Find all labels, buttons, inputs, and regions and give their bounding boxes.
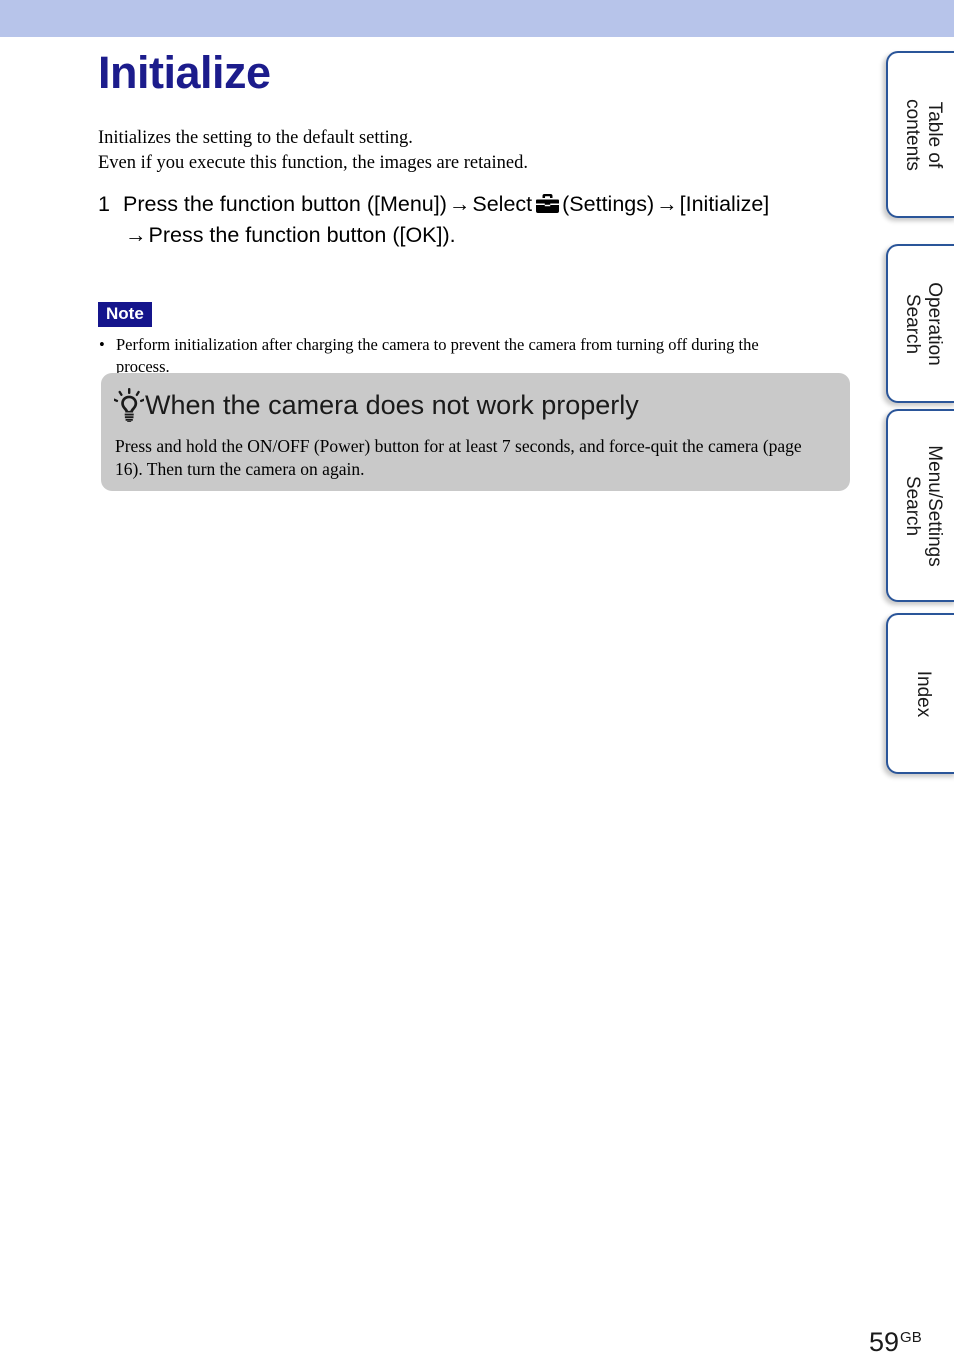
header-band: [0, 0, 954, 37]
step-text-press-function-button: Press the function button ([Menu]): [123, 192, 447, 216]
sidebar-item-index[interactable]: Index: [886, 613, 954, 774]
sidebar-item-table-of-contents[interactable]: Table of contents: [886, 51, 954, 218]
intro-line-2: Even if you execute this function, the i…: [98, 153, 528, 173]
sidebar-item-operation-search[interactable]: Operation Search: [886, 244, 954, 403]
settings-toolbox-icon: [536, 191, 560, 213]
sidebar-item-operation-search-label: Operation Search: [901, 282, 945, 365]
tip-body: Press and hold the ON/OFF (Power) button…: [115, 436, 802, 479]
arrow-icon-3: →: [125, 223, 147, 247]
intro-paragraph: Initializes the setting to the default s…: [98, 126, 838, 176]
step-body: Press the function button ([Menu])→Selec…: [123, 189, 858, 251]
bullet-icon: •: [99, 335, 105, 354]
tip-heading-text: When the camera does not work properly: [145, 390, 639, 420]
page-title: Initialize: [98, 47, 271, 98]
sidebar-label-line-2: Search: [902, 293, 923, 354]
sidebar-label-line-1: Menu/Settings: [924, 444, 945, 567]
step-text-settings: (Settings): [562, 192, 655, 216]
side-tab-navigation: Table of contents Operation Search Menu/…: [886, 0, 954, 1369]
sidebar-item-menu-settings-search[interactable]: Menu/Settings Search: [886, 409, 954, 602]
sidebar-item-menu-settings-search-label: Menu/Settings Search: [901, 445, 945, 566]
lightbulb-icon: [112, 388, 146, 423]
note-list: • Perform initialization after charging …: [98, 334, 816, 378]
sidebar-label-line-2: Search: [902, 475, 923, 536]
intro-line-1: Initializes the setting to the default s…: [98, 128, 413, 148]
step-text-select: Select: [472, 192, 533, 216]
arrow-icon-2: →: [656, 192, 678, 216]
step-1: 1 Press the function button ([Menu])→Sel…: [98, 189, 858, 251]
note-item: • Perform initialization after charging …: [98, 334, 816, 378]
step-text-initialize: [Initialize]: [679, 192, 770, 216]
note-item-text: Perform initialization after charging th…: [116, 335, 759, 376]
sidebar-label-line-2: contents: [902, 98, 923, 171]
step-line-2: →Press the function button ([OK]).: [123, 220, 858, 251]
page-content: Initialize Initializes the setting to th…: [0, 37, 922, 1369]
sidebar-label-line-1: Operation: [924, 281, 945, 366]
step-line-1: Press the function button ([Menu])→Selec…: [123, 189, 858, 220]
sidebar-item-table-of-contents-label: Table of contents: [901, 99, 945, 171]
tip-heading: When the camera does not work properly: [112, 385, 639, 425]
tip-box: When the camera does not work properly P…: [101, 373, 850, 491]
sidebar-label-line-1: Table of: [924, 101, 945, 168]
arrow-icon-1: →: [448, 192, 471, 216]
sidebar-item-index-label: Index: [912, 670, 934, 716]
step-number: 1: [98, 192, 110, 216]
sidebar-label-line-1: Index: [913, 670, 934, 717]
note-badge: Note: [98, 302, 152, 327]
step-text-press-ok: Press the function button ([OK]).: [148, 223, 456, 247]
